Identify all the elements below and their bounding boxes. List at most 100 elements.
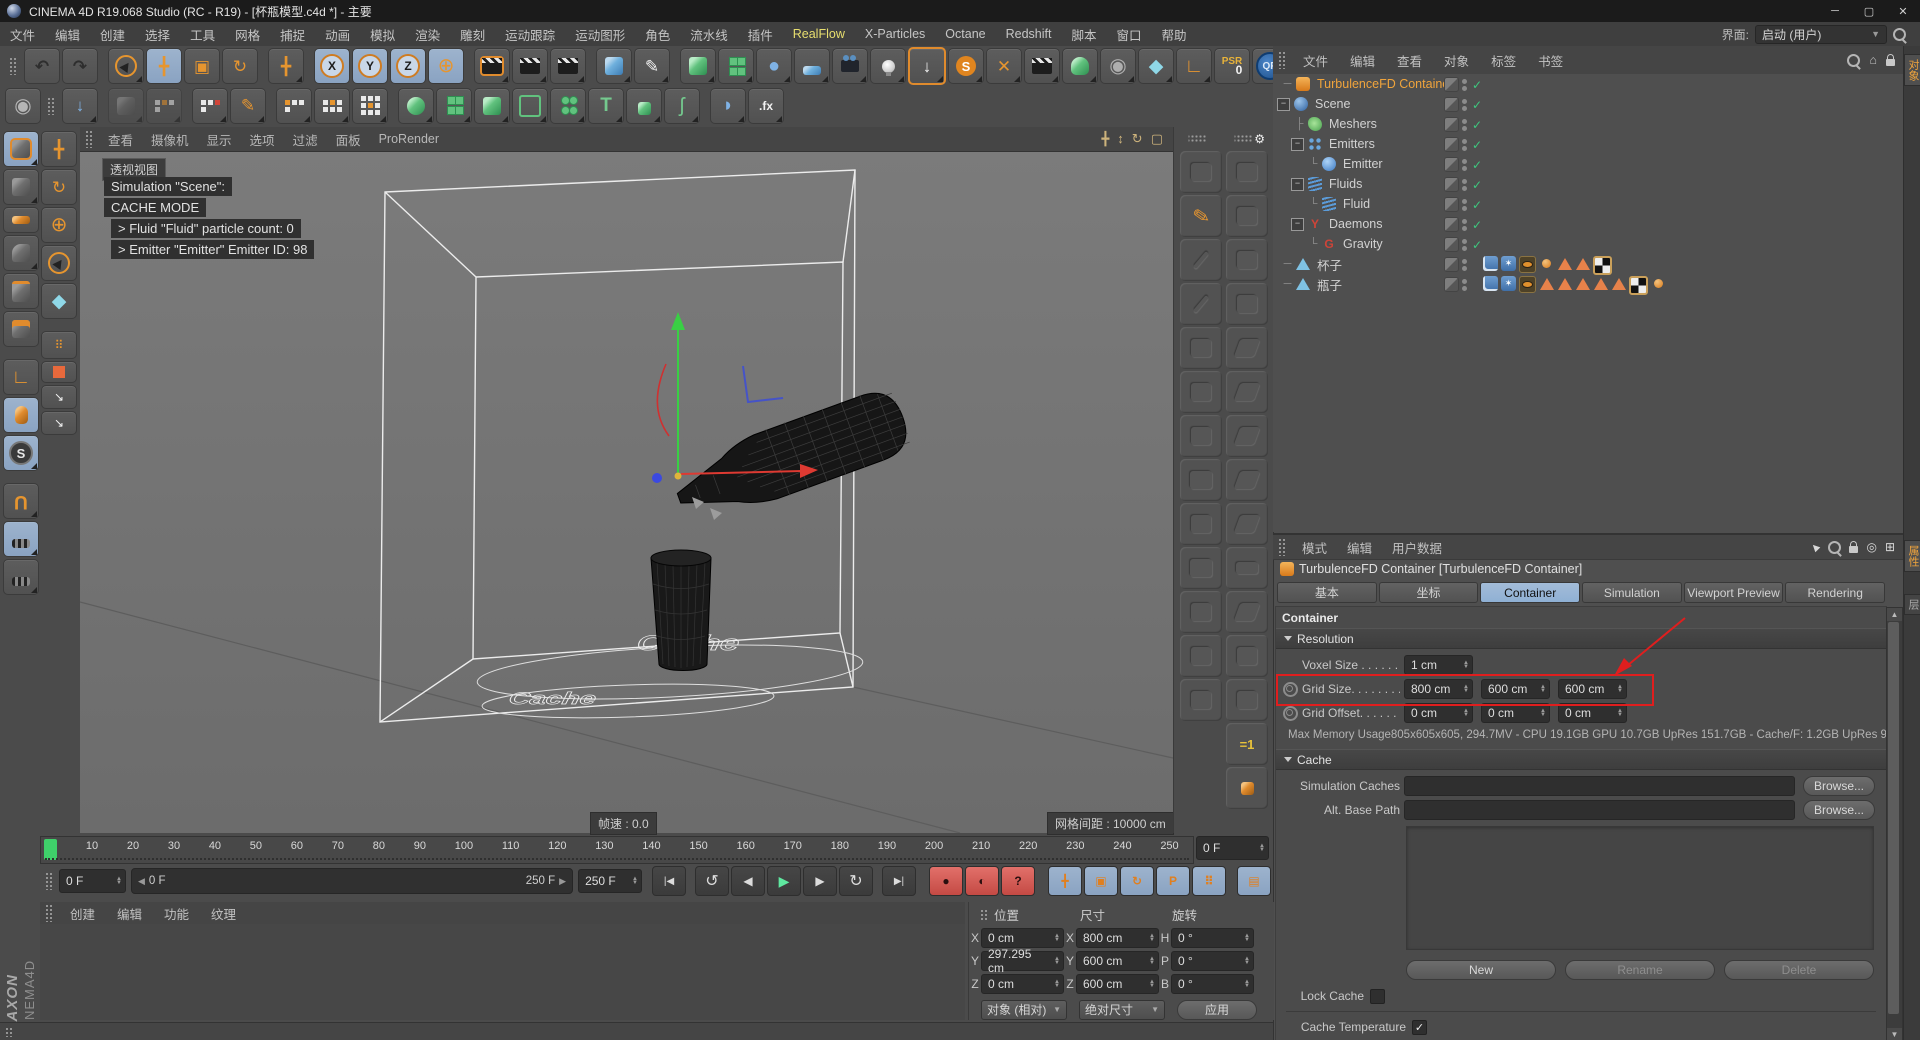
om-menu-objects[interactable]: 对象 [1433,51,1480,70]
expander-icon[interactable] [1291,218,1304,231]
am-menu-userdata[interactable]: 用户数据 [1382,538,1452,557]
selection-tag-icon[interactable] [1575,276,1590,291]
model-mode-button[interactable] [3,169,39,205]
om-drag-handle[interactable] [1278,51,1287,69]
size-y-field[interactable]: 600 cm [1076,951,1159,971]
record-keyframe-button[interactable]: ● [929,866,963,896]
spinner-icon[interactable] [1050,934,1060,942]
am-menu-edit[interactable]: 编辑 [1337,538,1382,557]
rotation-b-field[interactable]: 0 ° [1171,974,1254,994]
magic-tag-icon[interactable]: ✶ [1501,276,1516,291]
mat-menu-texture[interactable]: 纹理 [200,904,247,923]
menu-help[interactable]: 帮助 [1152,25,1197,44]
lock-cache-checkbox[interactable] [1370,989,1385,1004]
delete-cache-button[interactable]: Delete [1724,960,1874,980]
position-z-field[interactable]: 0 cm [981,974,1064,994]
menu-pipeline[interactable]: 流水线 [680,25,738,44]
expander-icon[interactable] [1291,178,1304,191]
spinner-icon[interactable] [112,877,122,885]
light-button[interactable] [870,48,906,84]
timeline-playhead[interactable] [44,839,57,860]
coordinate-system-button[interactable]: ⊕ [428,48,464,84]
camera-button[interactable] [832,48,868,84]
cache-temperature-checkbox[interactable]: ✓ [1412,1020,1427,1035]
primitive-extrude-button[interactable] [474,88,510,124]
enabled-check-icon[interactable]: ✓ [1472,138,1482,152]
layer-toggle[interactable] [1444,217,1459,232]
toolbar-drag-handle[interactable] [9,57,18,75]
cache-group-header[interactable]: Cache [1276,749,1886,770]
ornament-button[interactable]: ◆ [1138,48,1174,84]
grid-offset-z-field[interactable]: 0 cm [1558,703,1627,723]
character-button[interactable] [1062,48,1098,84]
strip-dots-equal-command[interactable] [1226,547,1268,589]
strip-arrange-tool[interactable] [1180,503,1222,545]
alt-base-path-field[interactable] [1404,800,1795,820]
selection-tag-icon[interactable] [1611,276,1626,291]
render-settings-button[interactable] [550,48,586,84]
subdivision-surface-button[interactable] [680,48,716,84]
spiral-spline-button[interactable]: ʃ [664,88,700,124]
workplane-lock-button[interactable] [3,521,39,557]
status-drag-handle[interactable] [5,1027,14,1037]
menu-plugins[interactable]: 插件 [738,25,783,44]
om-menu-edit[interactable]: 编辑 [1339,51,1386,70]
selection-tag-icon[interactable] [1539,276,1554,291]
enabled-check-icon[interactable]: ✓ [1472,98,1482,112]
tree-row-tfd-container[interactable]: ─ TurbulenceFD Container ✓ [1273,74,1903,94]
menu-edit[interactable]: 编辑 [45,25,90,44]
selection-tag-icon[interactable] [1557,276,1572,291]
solo-mode-button[interactable]: S [3,435,39,471]
spinner-icon[interactable] [1536,709,1546,717]
display-tag-icon[interactable] [1519,276,1536,293]
minimize-button[interactable]: ─ [1818,0,1852,22]
visibility-dots[interactable] [1462,239,1467,251]
sculpt-wedge-button[interactable]: ◗ [710,88,746,124]
resolution-group-header[interactable]: Resolution [1276,628,1886,649]
lock-x-axis-button[interactable]: X [314,48,350,84]
palette-ornament-button[interactable]: ◆ [41,283,77,319]
vp-menu-panel[interactable]: 面板 [327,130,370,149]
strip-cube-tool[interactable] [1180,415,1222,457]
tree-row-daemons[interactable]: Y Daemons ✓ [1273,214,1903,234]
tab-basic[interactable]: 基本 [1277,582,1377,603]
scroll-up-icon[interactable]: ▲ [1887,608,1902,621]
mat-menu-create[interactable]: 创建 [59,904,106,923]
timeline-frame-spinner[interactable]: 0 F [1196,836,1272,862]
layer-toggle[interactable] [1444,197,1459,212]
menu-character[interactable]: 角色 [635,25,680,44]
previous-frame-button[interactable]: ◀ [731,866,765,896]
om-menu-bookmarks[interactable]: 书签 [1527,51,1574,70]
object-label[interactable]: Emitters [1324,137,1375,151]
range-right-arrow-icon[interactable]: ▶ [559,876,566,887]
size-x-field[interactable]: 800 cm [1076,928,1159,948]
maximize-button[interactable]: ▢ [1852,0,1886,22]
smoothing-tag-icon[interactable] [1651,276,1666,291]
menu-window[interactable]: 窗口 [1106,25,1151,44]
object-label[interactable]: Gravity [1338,237,1383,251]
keyframe-radio-icon[interactable] [1283,706,1298,721]
object-label[interactable]: Fluids [1324,177,1362,191]
tab-viewport-preview[interactable]: Viewport Preview [1684,582,1784,603]
point-grid-tool[interactable] [352,88,388,124]
vp-menu-camera[interactable]: 摄像机 [142,130,198,149]
spinner-icon[interactable] [1459,709,1469,717]
current-frame-field[interactable]: 0 F [59,869,126,893]
strip-polygon-stamp-command[interactable] [1226,679,1268,721]
palette-from-grid-button[interactable]: ↘ [41,411,77,435]
xparticles-button[interactable]: ✕ [986,48,1022,84]
object-label[interactable]: 瓶子 [1312,275,1342,294]
titlebar[interactable]: CINEMA 4D R19.068 Studio (RC - R19) - [杯… [0,0,1920,22]
tree-row-meshers[interactable]: ├ Meshers ✓ [1273,114,1903,134]
search-icon[interactable] [1893,28,1906,41]
browse-caches-button[interactable]: Browse... [1803,776,1875,796]
enabled-check-icon[interactable]: ✓ [1472,178,1482,192]
strip-measure-tool[interactable] [1180,239,1222,281]
menu-realflow[interactable]: RealFlow [783,27,855,41]
spinner-icon[interactable] [1240,980,1250,988]
strip-plane-a-command[interactable] [1226,371,1268,413]
strip-polygon-pen-tool[interactable]: ✎ [1180,195,1222,237]
strip-sculpt-tool[interactable] [1180,679,1222,721]
object-label[interactable]: Fluid [1338,197,1370,211]
am-cursor-icon[interactable]: ▲ [1805,538,1823,556]
